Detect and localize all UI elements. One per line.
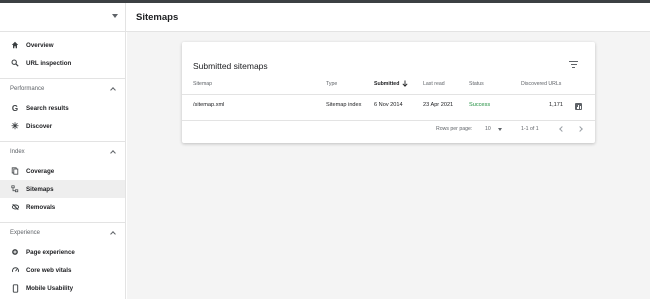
pagination-range: 1-1 of 1 <box>521 126 539 132</box>
table-row[interactable]: /sitemap.xml Sitemap index 6 Nov 2014 23… <box>182 102 595 114</box>
bar-chart-icon[interactable] <box>575 103 582 110</box>
sidebar-item-label: Page experience <box>26 248 75 256</box>
sidebar: Overview URL inspection Performance G Se… <box>0 3 126 299</box>
chevron-down-icon[interactable] <box>498 128 502 131</box>
section-title: Performance <box>10 86 45 92</box>
column-header-status[interactable]: Status <box>469 81 484 87</box>
sort-arrow-down-icon[interactable] <box>402 80 408 89</box>
rows-per-page-label: Rows per page: <box>436 126 473 132</box>
performance-section-header[interactable]: Performance <box>0 79 125 99</box>
cell-type: Sitemap index <box>326 102 362 108</box>
sidebar-item-label: Mobile Usability <box>26 284 74 292</box>
sidebar-item-label: URL inspection <box>26 59 72 67</box>
page-header: Sitemaps <box>126 3 650 32</box>
chevron-left-icon[interactable] <box>559 126 565 132</box>
main-content: Submitted sitemaps Sitemap Type Submitte… <box>127 32 650 299</box>
phone-icon <box>10 283 20 293</box>
sidebar-item-mobile-usability[interactable]: Mobile Usability <box>0 279 125 297</box>
filter-icon[interactable] <box>569 61 578 68</box>
rows-per-page-select[interactable]: 10 <box>485 126 491 132</box>
cell-last-read: 23 Apr 2021 <box>423 102 454 108</box>
gear-plus-icon <box>10 247 20 257</box>
column-header-submitted[interactable]: Submitted <box>374 81 399 87</box>
sidebar-item-removals[interactable]: Removals <box>0 198 125 216</box>
sidebar-item-label: Search results <box>26 104 69 112</box>
cell-status: Success <box>469 102 491 108</box>
sidebar-item-search-results[interactable]: G Search results <box>0 99 125 117</box>
sidebar-item-core-web-vitals[interactable]: Core web vitals <box>0 261 125 279</box>
pagination: Rows per page: 10 1-1 of 1 <box>182 126 595 136</box>
cell-discovered-urls: 1,171 <box>549 102 563 108</box>
cell-submitted: 6 Nov 2014 <box>374 102 403 108</box>
row-divider <box>182 120 595 121</box>
index-section: Index Coverage Sitemaps Removals <box>0 141 125 216</box>
card-title: Submitted sitemaps <box>193 61 268 71</box>
sidebar-item-label: Overview <box>26 41 54 49</box>
sidebar-item-label: Coverage <box>26 167 55 175</box>
page-title: Sitemaps <box>136 11 179 23</box>
sidebar-item-label: Core web vitals <box>26 266 72 274</box>
submitted-sitemaps-card: Submitted sitemaps Sitemap Type Submitte… <box>182 42 595 143</box>
column-header-last-read[interactable]: Last read <box>423 81 445 87</box>
column-header-discovered-urls[interactable]: Discovered URLs <box>521 81 561 87</box>
performance-section: Performance G Search results ✳ Discover <box>0 78 125 135</box>
coverage-icon <box>10 166 20 176</box>
chevron-up-icon[interactable] <box>110 150 116 156</box>
asterisk-icon: ✳ <box>11 120 19 131</box>
experience-section: Experience Page experience Core web vita… <box>0 222 125 297</box>
chevron-right-icon[interactable] <box>577 126 583 132</box>
sidebar-item-discover[interactable]: ✳ Discover <box>0 117 125 135</box>
google-g-icon: G <box>11 103 19 113</box>
sidebar-item-label: Sitemaps <box>26 185 54 193</box>
sidebar-item-label: Removals <box>26 203 56 211</box>
column-header-type[interactable]: Type <box>326 81 337 87</box>
sitemap-icon <box>10 184 20 194</box>
header-divider <box>182 94 595 95</box>
sidebar-item-url-inspection[interactable]: URL inspection <box>0 54 125 72</box>
section-title: Experience <box>10 230 41 236</box>
chevron-up-icon[interactable] <box>110 231 116 237</box>
cell-sitemap[interactable]: /sitemap.xml <box>193 102 224 108</box>
table-header: Sitemap Type Submitted Last read Status … <box>182 80 595 91</box>
sidebar-item-overview[interactable]: Overview <box>0 36 125 54</box>
sidebar-item-coverage[interactable]: Coverage <box>0 162 125 180</box>
index-section-header[interactable]: Index <box>0 142 125 162</box>
column-header-sitemap[interactable]: Sitemap <box>193 81 212 87</box>
experience-section-header[interactable]: Experience <box>0 223 125 243</box>
eye-off-icon <box>10 202 20 212</box>
section-title: Index <box>10 149 25 155</box>
property-selector[interactable] <box>0 3 125 32</box>
dropdown-caret-icon[interactable] <box>112 14 118 18</box>
sidebar-item-label: Discover <box>26 122 53 130</box>
speedometer-icon <box>10 265 20 275</box>
home-icon <box>10 40 20 50</box>
search-icon <box>10 58 20 68</box>
chevron-up-icon[interactable] <box>110 87 116 93</box>
sidebar-item-sitemaps[interactable]: Sitemaps <box>0 180 125 198</box>
sidebar-item-page-experience[interactable]: Page experience <box>0 243 125 261</box>
